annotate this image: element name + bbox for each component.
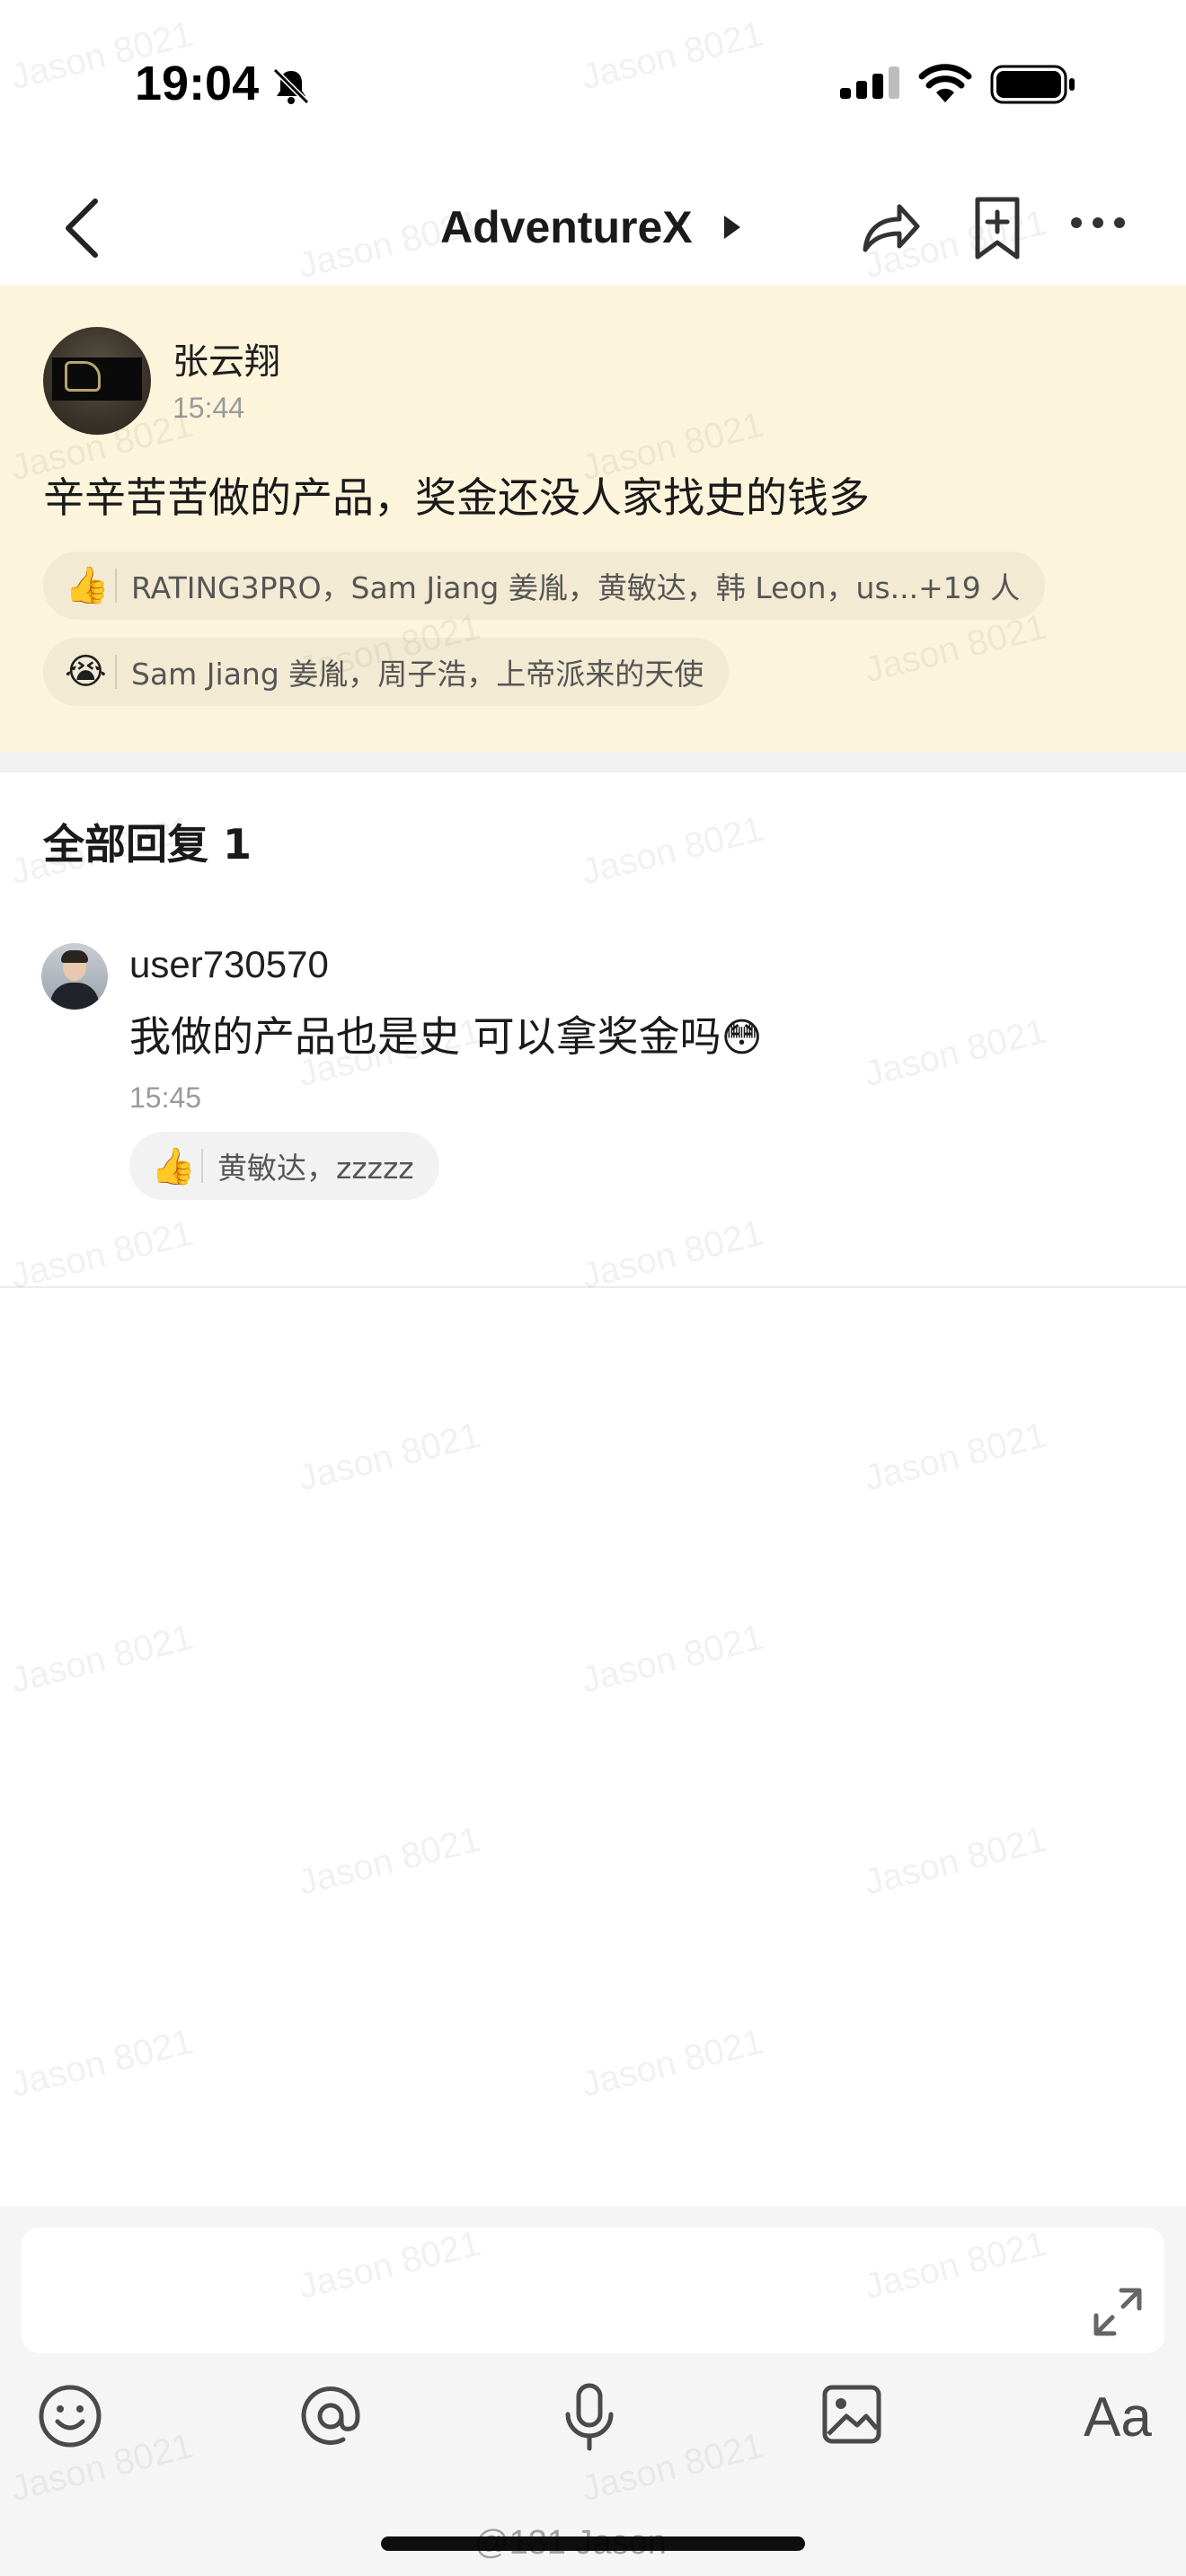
highlighted-post[interactable]: 张云翔 15:44 辛辛苦苦做的产品，奖金还没人家找史的钱多 👍 RATING3… xyxy=(0,286,1186,753)
watermark: Jason 8021 xyxy=(6,2021,197,2105)
reply-timestamp: 15:45 xyxy=(129,1081,202,1114)
back-arrow-icon[interactable] xyxy=(54,194,117,262)
avatar-figure-shape xyxy=(65,361,101,392)
watermark: Jason 8021 xyxy=(577,2021,767,2105)
channel-title[interactable]: AdventureX xyxy=(440,201,693,253)
reply-body: 我做的产品也是史 可以拿奖金吗😳 xyxy=(129,1004,763,1063)
reaction-user-list: Sam Jiang 姜胤，周子浩，上帝派来的天使 xyxy=(131,657,704,692)
bookmark-add-icon[interactable] xyxy=(970,194,1024,262)
status-bar: 19:04 xyxy=(0,0,1186,171)
replies-heading: 全部回复 1 xyxy=(43,820,252,869)
avatar[interactable] xyxy=(43,327,151,435)
message-input[interactable] xyxy=(22,2228,1164,2353)
watermark: Jason 8021 xyxy=(860,1010,1050,1095)
reply-avatar[interactable] xyxy=(41,943,108,1010)
cellular-signal-icon xyxy=(840,66,899,99)
content-divider xyxy=(0,1286,1186,1288)
reaction-thumbs-up[interactable]: 👍 RATING3PRO，Sam Jiang 姜胤，黄敏达，韩 Leon，us.… xyxy=(43,551,1046,620)
watermark: Jason 8021 xyxy=(860,1819,1050,1903)
composer: Aa xyxy=(0,2206,1186,2576)
thumbs-up-icon: 👍 xyxy=(151,1145,196,1187)
avatar-body-shape xyxy=(50,983,99,1010)
watermark: Jason 8021 xyxy=(294,1819,484,1903)
microphone-icon[interactable] xyxy=(561,2382,618,2454)
watermark: Jason 8021 xyxy=(577,1617,767,1701)
footer-credit: @131 Jason xyxy=(474,2524,667,2562)
more-options-icon[interactable] xyxy=(1069,216,1127,230)
nav-bar: AdventureX xyxy=(0,171,1186,286)
emoji-icon[interactable] xyxy=(36,2382,104,2450)
post-timestamp: 15:44 xyxy=(173,392,245,424)
watermark: Jason 8021 xyxy=(6,1213,197,1297)
reaction-user-list: 黄敏达，zzzzz xyxy=(217,1151,414,1186)
reply-username[interactable]: user730570 xyxy=(129,943,329,986)
reply-body-text: 我做的产品也是史 可以拿奖金吗 xyxy=(129,1012,721,1061)
image-icon[interactable] xyxy=(819,2382,884,2447)
watermark: Jason 8021 xyxy=(577,1213,767,1297)
share-icon[interactable] xyxy=(858,196,921,259)
reaction-separator xyxy=(115,569,117,603)
thumbs-up-icon: 👍 xyxy=(65,565,110,606)
text-format-icon[interactable]: Aa xyxy=(1084,2386,1152,2449)
watermark: Jason 8021 xyxy=(294,1415,484,1499)
watermark: Jason 8021 xyxy=(6,1617,197,1701)
reaction-user-list: RATING3PRO，Sam Jiang 姜胤，黄敏达，韩 Leon，us...… xyxy=(131,570,1021,605)
reply-reaction-thumbs-up[interactable]: 👍 黄敏达，zzzzz xyxy=(129,1132,439,1200)
mention-icon[interactable] xyxy=(296,2382,365,2450)
expand-icon[interactable] xyxy=(1091,2285,1145,2339)
post-body: 辛辛苦苦做的产品，奖金还没人家找史的钱多 xyxy=(43,473,870,522)
caret-right-icon[interactable] xyxy=(719,212,744,243)
battery-icon xyxy=(990,65,1075,104)
status-time: 19:04 xyxy=(135,57,260,110)
reaction-crying[interactable]: 😭 Sam Jiang 姜胤，周子浩，上帝派来的天使 xyxy=(43,638,730,706)
flushed-face-icon: 😳 xyxy=(721,1015,763,1061)
reaction-separator xyxy=(201,1149,203,1183)
crying-face-icon: 😭 xyxy=(65,651,107,693)
wifi-icon xyxy=(918,64,972,102)
watermark: Jason 8021 xyxy=(577,808,767,893)
reaction-separator xyxy=(115,655,117,689)
avatar-hair-shape xyxy=(61,950,88,963)
bell-muted-icon xyxy=(272,67,310,105)
watermark: Jason 8021 xyxy=(860,1415,1050,1499)
author-name[interactable]: 张云翔 xyxy=(173,332,280,384)
section-divider xyxy=(0,753,1186,772)
